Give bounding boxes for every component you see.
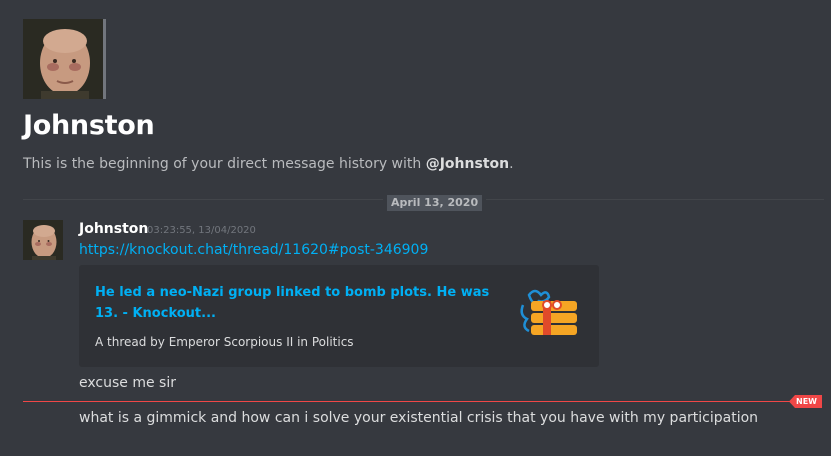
message-line-1: excuse me sir	[79, 375, 176, 391]
avatar-image	[23, 220, 63, 260]
message-link[interactable]: https://knockout.chat/thread/11620#post-…	[79, 242, 428, 258]
intro-suffix: .	[509, 156, 514, 172]
date-divider: April 13, 2020	[383, 191, 487, 211]
dm-intro-text: This is the beginning of your direct mes…	[23, 156, 514, 172]
new-messages-divider	[23, 401, 791, 402]
profile-avatar-large[interactable]	[23, 19, 106, 99]
new-messages-badge: NEW	[789, 395, 822, 408]
avatar-image	[23, 19, 103, 99]
intro-prefix: This is the beginning of your direct mes…	[23, 156, 426, 172]
embed-description: A thread by Emperor Scorpious II in Poli…	[95, 335, 354, 349]
message-avatar[interactable]	[23, 220, 63, 260]
intro-mention[interactable]: @Johnston	[426, 156, 509, 172]
embed-title[interactable]: He led a neo-Nazi group linked to bomb p…	[95, 282, 495, 324]
message-timestamp: 03:23:55, 13/04/2020	[147, 225, 256, 236]
link-embed: He led a neo-Nazi group linked to bomb p…	[79, 265, 599, 367]
date-divider-label: April 13, 2020	[387, 195, 483, 211]
message-line-2: what is a gimmick and how can i solve yo…	[79, 410, 759, 426]
dynamite-icon	[520, 289, 577, 335]
message-author[interactable]: Johnston	[79, 221, 148, 237]
dm-recipient-name: Johnston	[23, 110, 155, 141]
